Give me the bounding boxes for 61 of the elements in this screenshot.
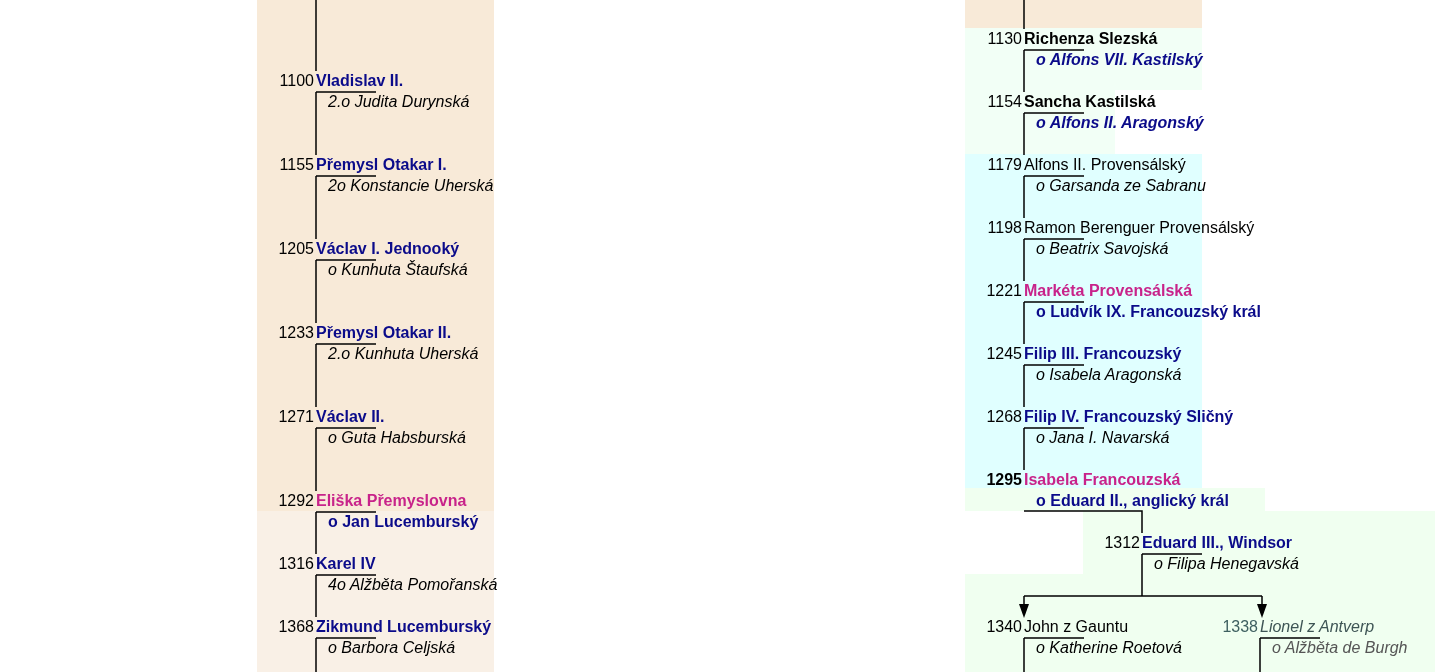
person-name: Ramon Berenguer Provensálský bbox=[1024, 218, 1255, 238]
year-label: 1338 bbox=[1221, 617, 1258, 637]
spouse-name: o Ludvík IX. Francouzský král bbox=[1036, 303, 1261, 320]
person-name: Karel IV bbox=[316, 554, 376, 574]
spouse-name: 2.o Judita Durynská bbox=[328, 93, 470, 110]
spouse-name: o Barbora Celjská bbox=[328, 639, 456, 656]
person-name: Zikmund Lucemburský bbox=[316, 617, 492, 637]
person-name: Václav II. bbox=[316, 407, 385, 427]
person-name: Václav I. Jednooký bbox=[316, 239, 460, 259]
arrow bbox=[1019, 595, 1029, 618]
person-name: Sancha Kastilská bbox=[1024, 92, 1156, 112]
year-label: 1312 bbox=[1103, 533, 1140, 553]
person-name: Filip IV. Francouzský Sličný bbox=[1024, 407, 1234, 427]
year-label: 1368 bbox=[277, 617, 314, 637]
year-label: 1179 bbox=[986, 155, 1022, 175]
arrow bbox=[1257, 595, 1267, 618]
person-name: Filip III. Francouzský bbox=[1024, 344, 1182, 364]
year-label: 1268 bbox=[985, 407, 1022, 427]
connector-line bbox=[315, 0, 317, 72]
year-label: 1155 bbox=[278, 155, 314, 175]
year-label: 1198 bbox=[986, 218, 1022, 238]
spouse-name: 2o Konstancie Uherská bbox=[328, 177, 494, 194]
spouse-name: o Filipa Henegavská bbox=[1154, 555, 1299, 572]
spouse-name: o Alfons II. Aragonský bbox=[1036, 114, 1204, 131]
spouse-name: o Eduard II., anglický král bbox=[1036, 492, 1229, 509]
year-label: 1340 bbox=[985, 617, 1022, 637]
year-label: 1316 bbox=[277, 554, 314, 574]
year-label: 1233 bbox=[277, 323, 314, 343]
person-name: Lionel z Antverp bbox=[1260, 617, 1375, 637]
person-name: Přemysl Otakar I. bbox=[316, 155, 447, 175]
spouse-name: 4o Alžběta Pomořanská bbox=[328, 576, 498, 593]
spouse-name: 2.o Kunhuta Uherská bbox=[328, 345, 479, 362]
person-name: Vladislav II. bbox=[316, 71, 404, 91]
spouse-name: o Alfons VII. Kastilský bbox=[1036, 51, 1203, 68]
spouse-name: o Guta Habsburská bbox=[328, 429, 466, 446]
year-label: 1100 bbox=[278, 71, 314, 91]
year-label: 1154 bbox=[986, 92, 1022, 112]
person-name: Eliška Přemyslovna bbox=[316, 491, 467, 511]
person-name: Alfons II. Provensálský bbox=[1024, 155, 1186, 175]
year-label: 1245 bbox=[985, 344, 1022, 364]
spouse-name: o Isabela Aragonská bbox=[1036, 366, 1182, 383]
person-name: Markéta Provensálská bbox=[1024, 281, 1193, 301]
year-label: 1130 bbox=[986, 29, 1022, 49]
person-name: John z Gauntu bbox=[1024, 617, 1129, 637]
spouse-name: o Garsanda ze Sabranu bbox=[1036, 177, 1206, 194]
person-name: Richenza Slezská bbox=[1024, 29, 1158, 49]
spouse-name: o Katherine Roetová bbox=[1036, 639, 1182, 656]
year-label: 1205 bbox=[277, 239, 314, 259]
year-label: 1221 bbox=[985, 281, 1022, 301]
spouse-name: o Kunhuta Štaufská bbox=[328, 261, 468, 278]
year-label: 1292 bbox=[277, 491, 314, 511]
person-name: Eduard III., Windsor bbox=[1142, 533, 1293, 553]
person-name: Isabela Francouzská bbox=[1024, 470, 1181, 490]
spouse-name: o Alžběta de Burgh bbox=[1272, 639, 1408, 656]
spouse-name: o Jan Lucemburský bbox=[328, 513, 479, 530]
spouse-name: o Beatrix Savojská bbox=[1036, 240, 1169, 257]
spouse-name: o Jana I. Navarská bbox=[1036, 429, 1170, 446]
year-label: 1271 bbox=[277, 407, 314, 427]
year-label: 1295 bbox=[985, 470, 1022, 490]
connector-line bbox=[1023, 0, 1025, 30]
person-name: Přemysl Otakar II. bbox=[316, 323, 452, 343]
